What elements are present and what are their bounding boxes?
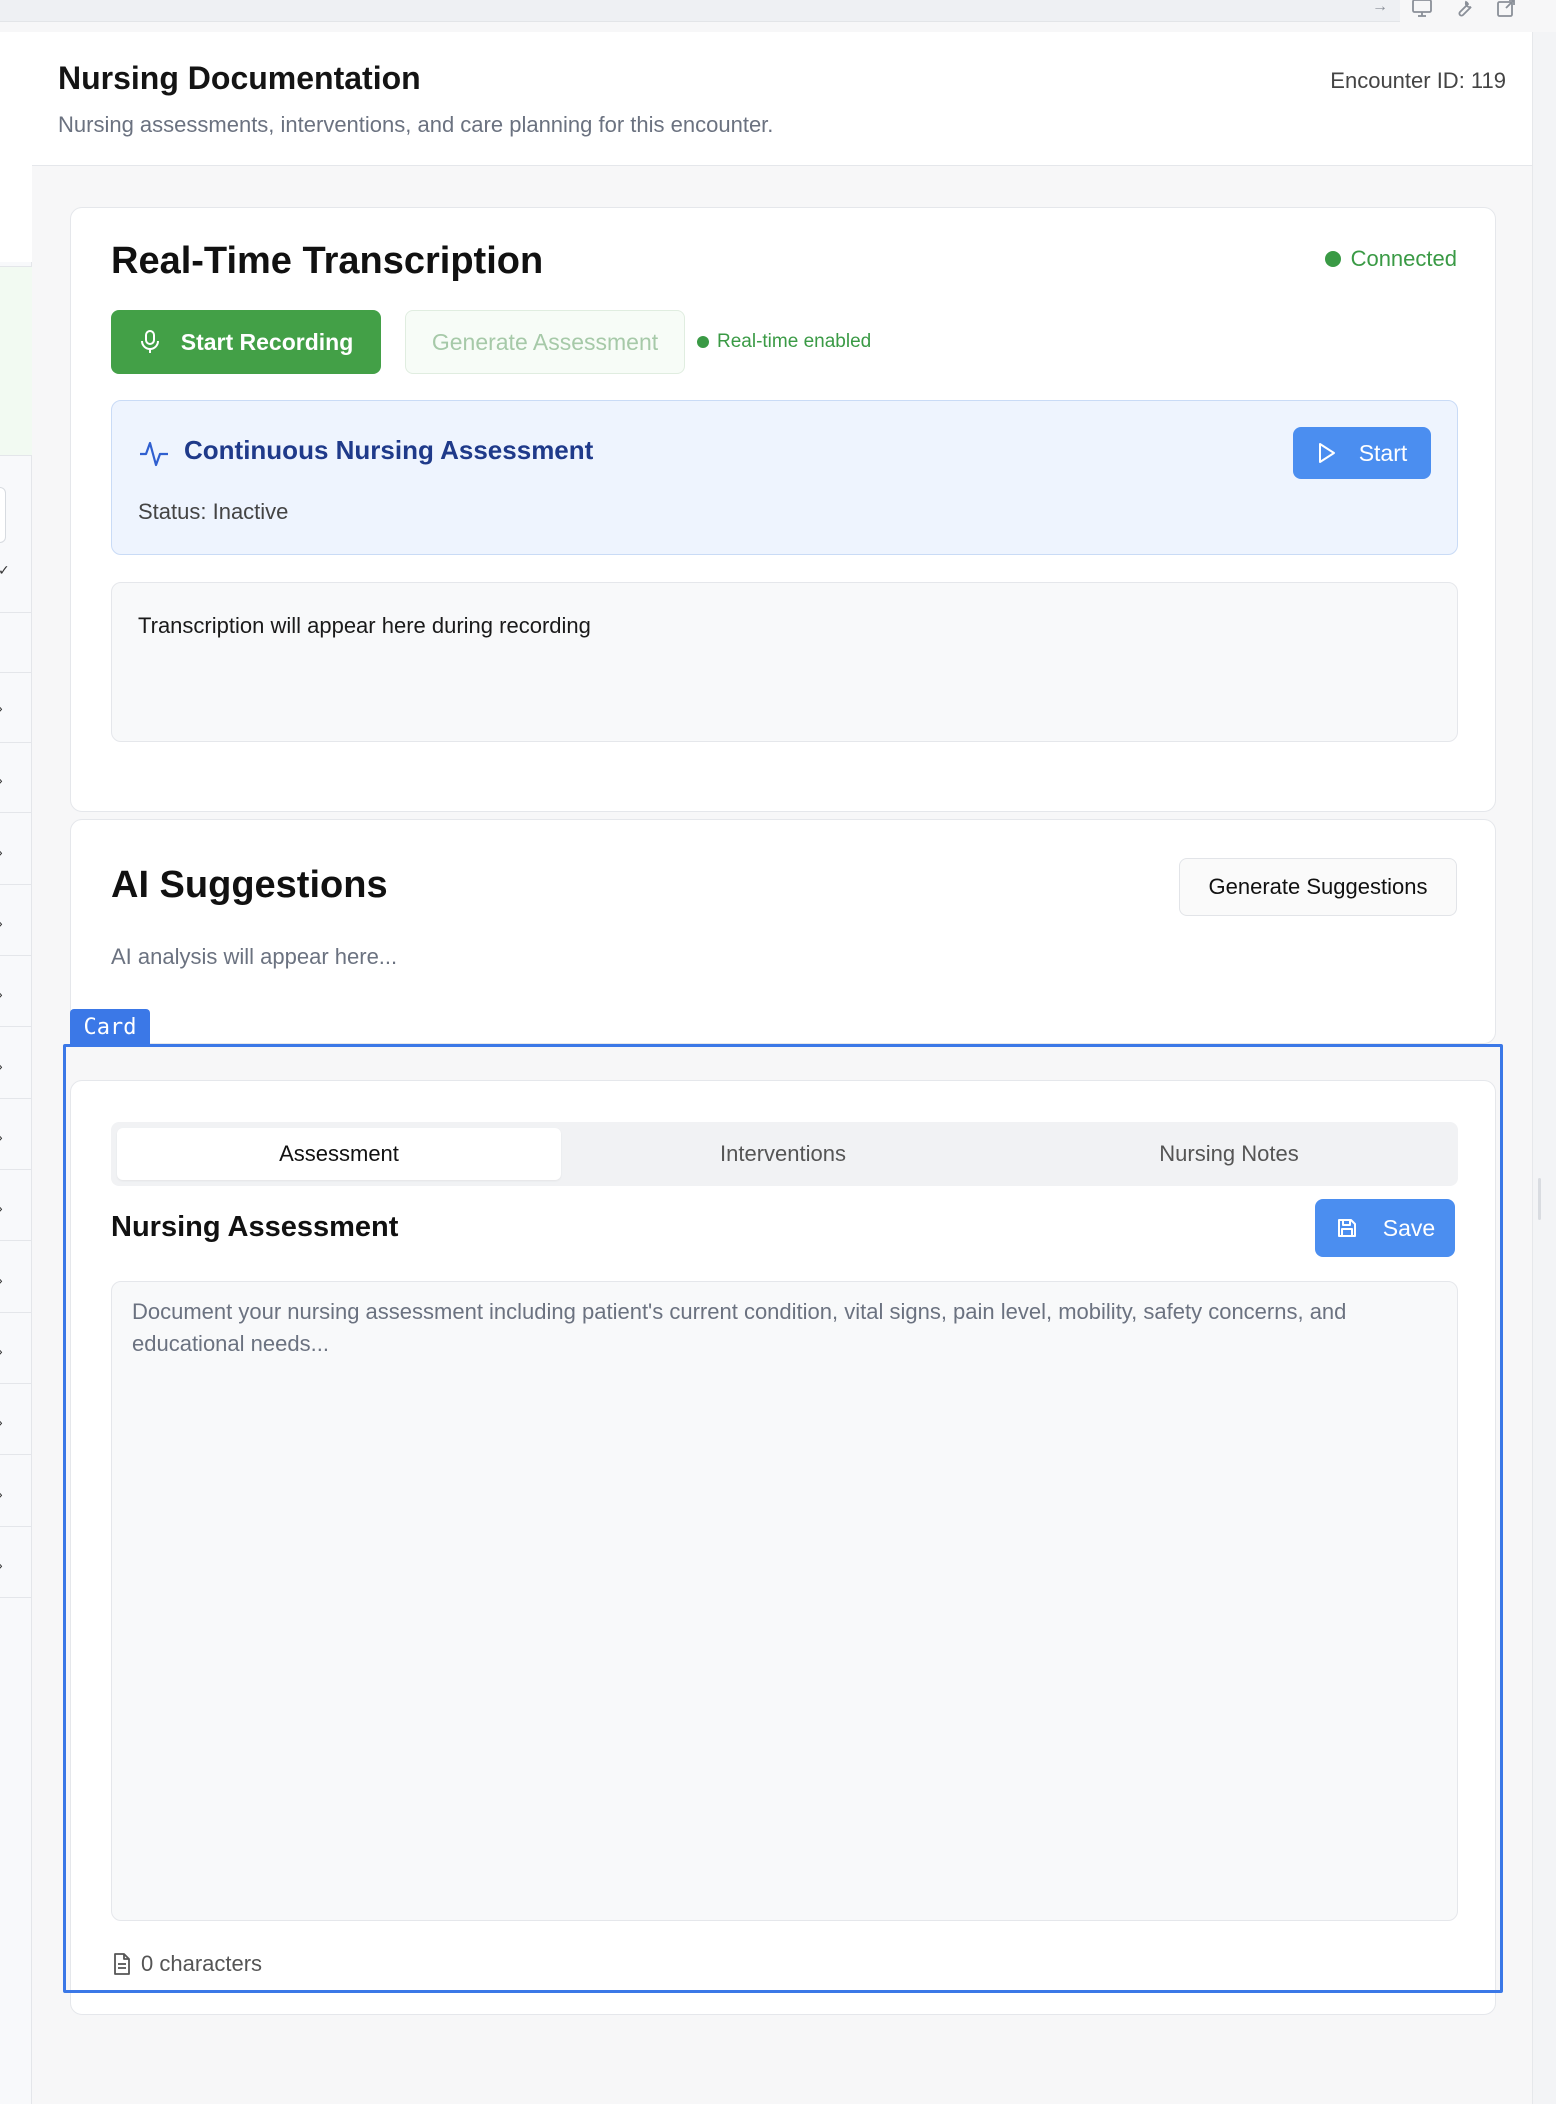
continuous-assessment-panel: Continuous Nursing Assessment Status: In… [111, 400, 1458, 555]
sidebar-divider [0, 1454, 32, 1455]
sidebar-divider [0, 955, 32, 956]
transcription-output: Transcription will appear here during re… [111, 582, 1458, 742]
sidebar-item-chevron-icon[interactable]: › [0, 700, 3, 716]
sidebar-input[interactable] [0, 487, 6, 543]
sidebar-item-chevron-icon[interactable]: › [0, 772, 3, 788]
page-subtitle: Nursing assessments, interventions, and … [58, 112, 774, 137]
sidebar-divider [0, 1240, 32, 1241]
textarea-placeholder: Document your nursing assessment includi… [132, 1299, 1347, 1356]
documentation-tabs: Assessment Interventions Nursing Notes [111, 1122, 1458, 1186]
tab-interventions[interactable]: Interventions [561, 1128, 1005, 1180]
browser-top-strip [0, 0, 1400, 22]
start-assessment-button[interactable]: Start [1293, 427, 1431, 479]
page-title: Nursing Documentation [58, 60, 421, 96]
save-button[interactable]: Save [1315, 1199, 1455, 1257]
right-panel-edge [1532, 32, 1556, 2104]
chevron-icon[interactable]: ✓ [0, 562, 10, 579]
ai-placeholder: AI analysis will appear here... [111, 944, 398, 969]
start-recording-label: Start Recording [180, 328, 354, 355]
transcription-placeholder: Transcription will appear here during re… [138, 613, 591, 638]
connection-status-label: Connected [1350, 246, 1457, 271]
sidebar-item-chevron-icon[interactable]: › [0, 1343, 3, 1359]
character-count: 0 characters [111, 1951, 262, 1977]
sidebar-divider [0, 612, 32, 613]
connection-status: Connected [1324, 246, 1457, 272]
sidebar-divider [0, 1526, 32, 1527]
sidebar-highlight [0, 266, 32, 456]
sidebar-item-chevron-icon[interactable]: › [0, 1058, 3, 1074]
save-icon [1335, 1216, 1359, 1240]
status-dot-icon [1324, 251, 1341, 267]
microphone-icon [139, 329, 161, 355]
ai-suggestions-title: AI Suggestions [111, 864, 388, 906]
sidebar-item-chevron-icon[interactable]: › [0, 1200, 3, 1216]
ai-suggestions-card: AI Suggestions Generate Suggestions AI a… [70, 819, 1496, 1044]
external-edit-icon[interactable] [1494, 0, 1518, 20]
sidebar-divider [0, 1383, 32, 1384]
resize-handle[interactable] [1538, 1178, 1541, 1220]
monitor-icon[interactable] [1410, 0, 1434, 20]
generate-suggestions-button[interactable]: Generate Suggestions [1179, 858, 1457, 916]
sidebar-divider [0, 1098, 32, 1099]
left-sidebar: ✓ › › › › › › › › › › › › › [0, 32, 32, 2104]
encounter-id: Encounter ID: 119 [1330, 68, 1506, 93]
generate-assessment-button[interactable]: Generate Assessment [405, 310, 685, 374]
realtime-dot-icon [697, 336, 709, 348]
sidebar-divider [0, 672, 32, 673]
sidebar-item-chevron-icon[interactable]: › [0, 1414, 3, 1430]
save-label: Save [1382, 1214, 1436, 1241]
sidebar-panel [0, 32, 32, 262]
document-icon [111, 1952, 133, 1976]
realtime-label: Real-time enabled [717, 331, 872, 352]
sidebar-divider [0, 1597, 32, 1598]
sidebar-item-chevron-icon[interactable]: › [0, 844, 3, 860]
realtime-indicator: Real-time enabled [697, 331, 871, 353]
transcription-card: Real-Time Transcription Connected Start … [70, 207, 1496, 812]
page-header: Nursing Documentation Nursing assessment… [32, 32, 1532, 166]
sidebar-item-chevron-icon[interactable]: › [0, 1486, 3, 1502]
sidebar-divider [0, 1312, 32, 1313]
tab-assessment[interactable]: Assessment [117, 1128, 561, 1180]
sidebar-item-chevron-icon[interactable]: › [0, 1129, 3, 1145]
tab-nursing-notes[interactable]: Nursing Notes [1007, 1128, 1451, 1180]
section-title: Nursing Assessment [111, 1211, 399, 1243]
main-content: Nursing Documentation Nursing assessment… [32, 32, 1532, 2104]
sidebar-divider [0, 1026, 32, 1027]
play-icon [1317, 442, 1337, 464]
transcription-title: Real-Time Transcription [111, 240, 544, 282]
continuous-assessment-status: Status: Inactive [138, 499, 289, 524]
documentation-card: Assessment Interventions Nursing Notes N… [70, 1080, 1496, 2015]
top-toolbar: → [1360, 0, 1556, 22]
sidebar-divider [0, 812, 32, 813]
start-recording-button[interactable]: Start Recording [111, 310, 381, 374]
wrench-icon[interactable] [1452, 0, 1476, 20]
sidebar-divider [0, 1169, 32, 1170]
sidebar-item-chevron-icon[interactable]: › [0, 915, 3, 931]
sidebar-item-chevron-icon[interactable]: › [0, 1272, 3, 1288]
character-count-label: 0 characters [141, 1951, 263, 1976]
start-label: Start [1358, 439, 1408, 466]
sidebar-item-chevron-icon[interactable]: › [0, 1557, 3, 1573]
activity-pulse-icon [138, 437, 170, 469]
sidebar-divider [0, 884, 32, 885]
inspector-card-tag: Card [70, 1009, 150, 1045]
sidebar-item-chevron-icon[interactable]: › [0, 986, 3, 1002]
arrow-right-icon[interactable]: → [1372, 0, 1388, 16]
assessment-textarea[interactable]: Document your nursing assessment includi… [111, 1281, 1458, 1921]
continuous-assessment-title: Continuous Nursing Assessment [184, 435, 594, 465]
sidebar-divider [0, 742, 32, 743]
